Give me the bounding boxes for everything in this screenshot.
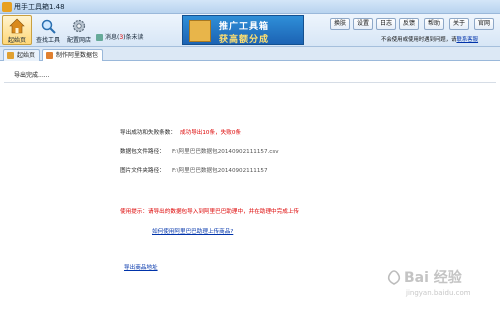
contact-support-link[interactable]: 联系客服 <box>456 37 478 43</box>
csv-path-label: 数据包文件路径： <box>120 149 165 155</box>
tab-ali-package[interactable]: 制作阿里数据包 <box>42 49 104 61</box>
config-store-label: 配置网店 <box>66 37 91 44</box>
title-bar: 甩手工具箱1.48 <box>0 0 500 14</box>
box-icon <box>189 20 211 42</box>
gear-icon <box>72 19 86 33</box>
home-icon <box>9 18 25 34</box>
find-tools-label: 查找工具 <box>35 37 60 44</box>
image-folder-value: F:\阿里巴巴数据包20140902111157 <box>172 168 268 174</box>
message-icon <box>96 34 103 41</box>
result-value: 成功导出10条，失败0条 <box>180 130 242 136</box>
export-address-link[interactable]: 导出商品地址 <box>124 263 158 271</box>
settings-button[interactable]: 设置 <box>353 18 374 30</box>
unread-messages[interactable]: 消息(3)条未读 <box>96 32 144 41</box>
tab-bar: 起始页 制作阿里数据包 <box>0 47 500 61</box>
banner-line1: 推广工具箱 <box>219 22 270 32</box>
toolbar: 起始页 查找工具 配置网店 消息(3)条未读 推广工具箱 获高额分成 换肤 设置… <box>0 14 500 47</box>
watermark-text: Bai 经验 <box>404 269 463 286</box>
promo-banner[interactable]: 推广工具箱 获高额分成 <box>182 15 304 45</box>
search-icon <box>41 19 56 34</box>
how-to-upload-link[interactable]: 如何使用阿里巴巴助理上传商品? <box>152 227 233 235</box>
start-page-label: 起始页 <box>7 37 26 44</box>
find-tools-button[interactable]: 查找工具 <box>33 15 63 45</box>
skin-button[interactable]: 换肤 <box>330 18 351 30</box>
baidu-watermark: Bai 经验 jingyan.baidu.com <box>387 269 471 297</box>
start-page-button[interactable]: 起始页 <box>2 15 32 45</box>
app-icon <box>2 2 12 12</box>
about-button[interactable]: 关于 <box>449 18 470 30</box>
home-tab-icon <box>7 52 14 59</box>
image-folder-label: 图片文件夹路径： <box>120 168 165 174</box>
usage-tip: 使用提示：请导出的数据包导入到阿里巴巴助理中，并在助理中完成上传 <box>120 209 300 215</box>
divider <box>4 82 496 83</box>
config-store-button[interactable]: 配置网店 <box>64 15 94 45</box>
package-tab-icon <box>46 52 53 59</box>
notice-prefix: 消息( <box>105 34 120 41</box>
csv-path-value: F:\阿里巴巴数据包20140902111157.csv <box>172 149 279 155</box>
help-button[interactable]: 帮助 <box>424 18 445 30</box>
tab-start-page[interactable]: 起始页 <box>3 49 41 61</box>
tab-ali-label: 制作阿里数据包 <box>56 52 99 59</box>
result-label: 导出成功和失败条数： <box>120 130 176 136</box>
log-button[interactable]: 日志 <box>376 18 397 30</box>
tab-start-label: 起始页 <box>17 52 36 59</box>
status-text: 导出完成...... <box>14 72 50 79</box>
banner-line2: 获高额分成 <box>219 35 270 45</box>
notice-suffix: )条未读 <box>123 34 144 41</box>
feedback-button[interactable]: 反馈 <box>399 18 420 30</box>
help-text: 不会使用或使用时遇到问题，请 <box>381 37 457 43</box>
window-title: 甩手工具箱1.48 <box>14 3 65 11</box>
watermark-sub: jingyan.baidu.com <box>405 289 471 297</box>
website-button[interactable]: 官网 <box>474 18 495 30</box>
help-line: 不会使用或使用时遇到问题，请联系客服 <box>381 35 478 43</box>
